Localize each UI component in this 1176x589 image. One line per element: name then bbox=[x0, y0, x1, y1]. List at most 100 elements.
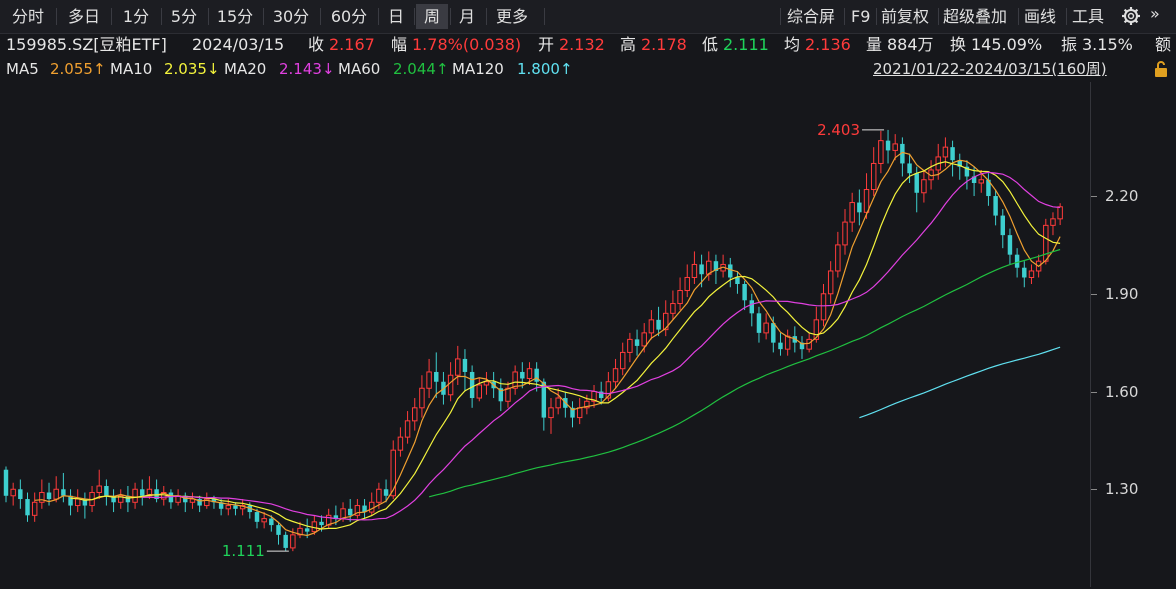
lock-icon[interactable] bbox=[1152, 60, 1170, 78]
divider bbox=[320, 8, 321, 25]
candle bbox=[885, 129, 891, 164]
ma10-line bbox=[70, 161, 1061, 530]
high-label: 高 bbox=[620, 35, 637, 54]
ma20-label: MA20 bbox=[224, 60, 267, 78]
y-tick-label: 1.60 bbox=[1105, 382, 1139, 401]
candle bbox=[1007, 228, 1013, 265]
candle bbox=[18, 479, 23, 509]
avg-value: 2.136 bbox=[805, 35, 851, 54]
tab-15min[interactable]: 15分 bbox=[212, 4, 258, 29]
candle bbox=[1050, 212, 1056, 236]
ma5-value: 2.055↑ bbox=[50, 60, 106, 78]
low-annotation: 1.111 bbox=[222, 542, 265, 560]
amplitude-value: 3.15% bbox=[1082, 35, 1133, 54]
tab-fenshi[interactable]: 分时 bbox=[6, 4, 50, 29]
ma120-line bbox=[859, 346, 1061, 419]
candle bbox=[993, 189, 998, 226]
candle bbox=[548, 398, 554, 434]
candle bbox=[455, 345, 461, 385]
open-label: 开 bbox=[538, 35, 555, 54]
price-axis: 1.30 1.60 1.90 2.20 bbox=[1090, 82, 1176, 587]
forward-adjust-button[interactable]: 前复权 bbox=[881, 4, 929, 29]
ma120-value: 1.800↑ bbox=[517, 60, 573, 78]
candle bbox=[283, 531, 288, 551]
candle bbox=[1028, 264, 1035, 284]
tab-30min[interactable]: 30分 bbox=[268, 4, 314, 29]
candle bbox=[175, 489, 181, 506]
tools-button[interactable]: 工具 bbox=[1072, 4, 1104, 29]
comprehensive-screen-button[interactable]: 综合屏 bbox=[787, 4, 835, 29]
y-tick-label: 1.30 bbox=[1105, 480, 1139, 499]
tab-more[interactable]: 更多 bbox=[490, 4, 534, 29]
candle bbox=[720, 254, 726, 278]
tab-day[interactable]: 日 bbox=[382, 4, 410, 29]
candle bbox=[878, 130, 884, 174]
tab-1min[interactable]: 1分 bbox=[116, 4, 156, 29]
candle bbox=[900, 137, 905, 177]
candle bbox=[799, 336, 805, 359]
candle bbox=[3, 466, 9, 503]
divider bbox=[876, 8, 877, 25]
ma-legend: MA5 2.055↑ MA10 2.035↓ MA20 2.143↓ MA60 … bbox=[0, 57, 1176, 81]
divider bbox=[414, 8, 415, 25]
candle bbox=[670, 290, 676, 320]
divider bbox=[1018, 8, 1019, 25]
candle bbox=[404, 411, 411, 444]
candlestick-chart[interactable]: 2.403 1.111 bbox=[0, 82, 1090, 587]
y-tick-label: 1.90 bbox=[1105, 284, 1139, 303]
candle bbox=[140, 479, 145, 506]
candle bbox=[168, 489, 174, 509]
high-value: 2.178 bbox=[641, 35, 687, 54]
divider bbox=[1066, 8, 1067, 25]
candle bbox=[483, 371, 490, 395]
y-tick-mark bbox=[1091, 196, 1097, 198]
candle bbox=[218, 499, 224, 516]
divider bbox=[208, 8, 209, 25]
candle bbox=[778, 332, 783, 356]
gear-icon[interactable] bbox=[1121, 6, 1141, 26]
close-label: 收 bbox=[308, 35, 325, 54]
candle bbox=[684, 264, 690, 298]
candle bbox=[74, 489, 81, 513]
candle bbox=[161, 486, 167, 506]
change-label: 幅 bbox=[391, 35, 408, 54]
candle bbox=[68, 489, 73, 516]
candle bbox=[1000, 209, 1005, 249]
ma5-line bbox=[34, 151, 1061, 537]
candle bbox=[347, 499, 353, 522]
tab-5min[interactable]: 5分 bbox=[164, 4, 204, 29]
f9-button[interactable]: F9 bbox=[851, 4, 870, 29]
candle bbox=[763, 313, 769, 340]
candle bbox=[619, 342, 626, 376]
draw-line-button[interactable]: 画线 bbox=[1024, 4, 1056, 29]
super-overlay-button[interactable]: 超级叠加 bbox=[943, 4, 1007, 29]
tab-week[interactable]: 周 bbox=[416, 4, 448, 29]
tab-duori[interactable]: 多日 bbox=[62, 4, 106, 29]
open-value: 2.132 bbox=[559, 35, 605, 54]
period-toolbar: 分时 多日 1分 5分 15分 30分 60分 日 周 月 更多 综合屏 F9 … bbox=[0, 0, 1176, 34]
amount-label: 额 bbox=[1155, 35, 1172, 54]
ma20-value: 2.143↓ bbox=[279, 60, 335, 78]
candle bbox=[921, 169, 927, 203]
security-code: 159985.SZ[豆粕ETF] bbox=[6, 35, 167, 54]
candle bbox=[512, 365, 518, 395]
divider bbox=[378, 8, 379, 25]
candle bbox=[462, 349, 468, 392]
divider bbox=[486, 8, 487, 25]
candle bbox=[25, 492, 30, 522]
tab-60min[interactable]: 60分 bbox=[326, 4, 372, 29]
candle bbox=[354, 499, 361, 519]
candle bbox=[505, 381, 511, 408]
candle bbox=[189, 492, 196, 509]
high-annotation: 2.403 bbox=[817, 121, 860, 139]
divider bbox=[780, 8, 781, 25]
expand-chevron-icon[interactable]: » bbox=[1150, 4, 1160, 23]
candle bbox=[1057, 203, 1063, 226]
candle bbox=[96, 469, 102, 500]
tab-month[interactable]: 月 bbox=[452, 4, 482, 29]
date-range-link[interactable]: 2021/01/22-2024/03/15(160周) bbox=[873, 57, 1107, 81]
candle bbox=[570, 401, 575, 428]
candle bbox=[555, 388, 561, 415]
candle bbox=[183, 492, 188, 513]
candle bbox=[663, 300, 669, 337]
